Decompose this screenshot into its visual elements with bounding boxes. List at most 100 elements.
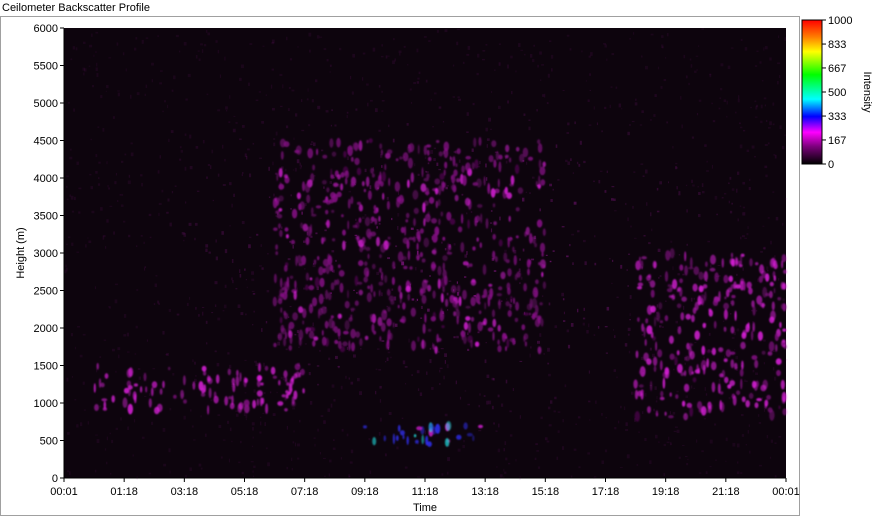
speckle-mark: [466, 212, 468, 215]
feature-mark: [531, 313, 536, 320]
speckle-mark: [498, 43, 501, 45]
feature-mark: [736, 390, 741, 396]
speckle-mark: [705, 393, 708, 396]
speckle-mark: [364, 168, 367, 173]
speckle-mark: [628, 253, 631, 255]
feature-mark: [389, 332, 393, 341]
feature-mark: [111, 395, 115, 403]
feature-mark: [391, 276, 395, 286]
feature-mark: [350, 182, 355, 188]
speckle-mark: [196, 190, 200, 192]
y-tick-label: 5500: [34, 61, 58, 73]
speckle-mark: [229, 182, 232, 186]
speckle-mark: [541, 295, 544, 298]
speckle-mark: [381, 110, 384, 112]
feature-mark: [285, 393, 289, 399]
speckle-mark: [348, 190, 351, 193]
speckle-mark: [535, 443, 538, 446]
speckle-mark: [157, 170, 160, 174]
speckle-mark: [464, 276, 467, 278]
speckle-mark: [282, 377, 285, 381]
feature-mark: [493, 221, 497, 226]
speckle-mark: [629, 295, 632, 299]
speckle-mark: [393, 38, 395, 41]
speckle-mark: [721, 197, 724, 199]
speckle-mark: [752, 369, 755, 373]
feature-mark: [740, 378, 743, 390]
feature-mark: [347, 146, 350, 155]
feature-mark: [323, 237, 326, 242]
feature-mark: [783, 282, 786, 290]
speckle-mark: [417, 388, 420, 391]
speckle-mark: [329, 459, 332, 463]
feature-mark: [505, 144, 510, 153]
feature-mark: [523, 312, 530, 316]
speckle-mark: [766, 266, 769, 270]
speckle-mark: [221, 231, 224, 235]
speckle-mark: [626, 269, 628, 271]
feature-mark: [662, 371, 668, 379]
speckle-mark: [566, 132, 570, 134]
speckle-mark: [346, 114, 348, 119]
feature-mark: [294, 149, 300, 154]
speckle-mark: [709, 439, 713, 444]
feature-mark: [101, 398, 108, 402]
speckle-mark: [157, 35, 159, 37]
speckle-mark: [691, 385, 693, 389]
feature-mark: [475, 215, 481, 223]
speckle-mark: [675, 162, 678, 165]
feature-mark: [305, 272, 310, 281]
feature-mark: [331, 320, 336, 332]
feature-mark: [472, 435, 475, 442]
speckle-mark: [609, 104, 611, 109]
feature-mark: [778, 405, 781, 410]
feature-mark: [316, 148, 319, 156]
speckle-mark: [673, 368, 675, 371]
speckle-mark: [137, 368, 141, 370]
speckle-mark: [252, 436, 254, 439]
speckle-mark: [288, 87, 291, 89]
feature-mark: [776, 369, 781, 377]
speckle-mark: [164, 100, 166, 103]
speckle-mark: [526, 161, 528, 165]
feature-mark: [419, 228, 424, 234]
speckle-mark: [486, 400, 489, 405]
speckle-mark: [578, 163, 581, 167]
speckle-mark: [690, 64, 693, 68]
speckle-mark: [519, 360, 523, 362]
speckle-mark: [286, 466, 289, 470]
speckle-mark: [633, 32, 635, 35]
speckle-mark: [157, 300, 160, 304]
speckle-mark: [425, 79, 428, 83]
speckle-mark: [490, 128, 492, 130]
speckle-mark: [505, 160, 508, 164]
speckle-mark: [251, 290, 255, 292]
speckle-mark: [495, 430, 498, 432]
speckle-mark: [724, 355, 725, 358]
feature-mark: [280, 151, 284, 160]
feature-mark: [319, 277, 325, 288]
speckle-mark: [531, 176, 535, 179]
speckle-mark: [106, 461, 108, 465]
speckle-mark: [102, 235, 106, 238]
speckle-mark: [67, 470, 69, 473]
feature-mark: [427, 284, 432, 292]
speckle-mark: [206, 93, 209, 96]
speckle-mark: [144, 93, 146, 96]
speckle-mark: [444, 353, 447, 357]
feature-mark: [529, 233, 533, 244]
feature-mark: [436, 337, 442, 342]
speckle-mark: [69, 156, 73, 160]
feature-mark: [355, 235, 361, 241]
speckle-mark: [685, 75, 688, 79]
speckle-mark: [141, 436, 145, 439]
feature-mark: [749, 258, 753, 267]
speckle-mark: [146, 339, 148, 342]
feature-mark: [265, 403, 269, 415]
speckle-mark: [260, 421, 262, 426]
speckle-mark: [638, 431, 640, 433]
speckle-mark: [126, 332, 129, 337]
speckle-mark: [471, 148, 474, 152]
feature-mark: [702, 322, 707, 329]
feature-mark: [509, 337, 515, 343]
